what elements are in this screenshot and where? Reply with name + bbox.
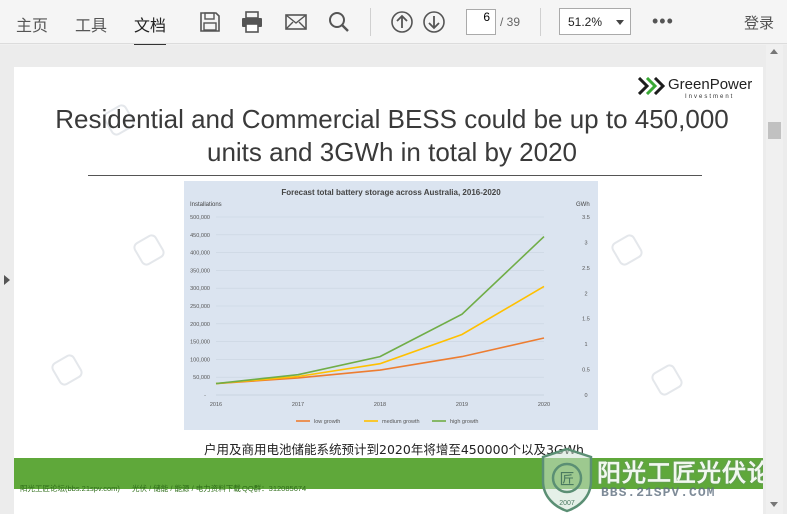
series-line-medium-growth bbox=[215, 285, 545, 385]
x-tick-label: 2020 bbox=[538, 402, 550, 408]
vertical-scrollbar[interactable] bbox=[766, 45, 783, 514]
watermark-forum-name: 阳光工匠光伏论坛 bbox=[597, 459, 763, 487]
y-tick-label: 100,000 bbox=[190, 357, 210, 363]
toolbar: 主页 工具 文档 6 / 39 51.2% ••• 登录 bbox=[0, 0, 787, 46]
side-panel-expand-icon[interactable] bbox=[4, 275, 10, 285]
tab-document[interactable]: 文档 bbox=[134, 12, 167, 46]
logo-subtitle: Investment bbox=[685, 94, 735, 100]
toolbar-divider bbox=[370, 8, 371, 36]
page-up-icon[interactable] bbox=[390, 10, 414, 34]
y-tick-label: 500,000 bbox=[190, 215, 210, 221]
ghost-watermark-icon bbox=[49, 352, 85, 388]
y2-tick-label: 0.5 bbox=[582, 368, 590, 374]
scroll-down-arrow-icon[interactable] bbox=[770, 502, 778, 507]
y-tick-label: 450,000 bbox=[190, 233, 210, 239]
ghost-watermark-icon bbox=[609, 232, 645, 268]
series-line-high-growth bbox=[215, 236, 545, 385]
mail-icon[interactable] bbox=[284, 10, 308, 34]
page-down-icon[interactable] bbox=[422, 10, 446, 34]
logo-name: GreenPower bbox=[668, 76, 753, 93]
svg-text:2007: 2007 bbox=[559, 500, 575, 507]
footer-topics-text: 光伏 / 储能 / 能源 / 电力资料下载 bbox=[132, 484, 241, 493]
y-tick-label: 200,000 bbox=[190, 322, 210, 328]
shield-watermark-icon: 匠 2007 bbox=[541, 447, 593, 513]
document-viewer: GreenPower Investment Residential and Co… bbox=[0, 45, 787, 514]
y-tick-label: 350,000 bbox=[190, 268, 210, 274]
y2-tick-label: 3.5 bbox=[582, 215, 590, 221]
svg-text:匠: 匠 bbox=[559, 470, 574, 488]
chevron-down-icon bbox=[616, 20, 624, 25]
watermark-url: BBS.21SPV.COM bbox=[601, 485, 716, 500]
forum-watermark: 匠 2007 阳光工匠光伏论坛 BBS.21SPV.COM bbox=[539, 447, 763, 514]
login-button[interactable]: 登录 bbox=[744, 12, 774, 33]
print-icon[interactable] bbox=[240, 10, 264, 34]
zoom-value: 51.2% bbox=[568, 15, 603, 29]
y-tick-label: 400,000 bbox=[190, 251, 210, 257]
y-tick-label: - bbox=[204, 393, 206, 399]
save-icon[interactable] bbox=[198, 10, 222, 34]
footer-forum-text: 阳光工匠论坛(bbs.21spv.com) bbox=[20, 484, 120, 493]
y2-tick-label: 3 bbox=[584, 240, 587, 246]
footer-qq-text: QQ群：312085674 bbox=[242, 484, 307, 493]
y-tick-label: 250,000 bbox=[190, 304, 210, 310]
slide-title: Residential and Commercial BESS could be… bbox=[55, 104, 729, 167]
series-line-low-growth bbox=[215, 337, 545, 385]
x-tick-label: 2018 bbox=[374, 402, 386, 408]
y2-tick-label: 1 bbox=[584, 342, 587, 348]
y-tick-label: 150,000 bbox=[190, 340, 210, 346]
tab-home[interactable]: 主页 bbox=[16, 12, 48, 36]
y2-tick-label: 0 bbox=[584, 393, 587, 399]
chevron-logo-icon bbox=[638, 77, 666, 95]
chart-title: Forecast total battery storage across Au… bbox=[281, 188, 501, 197]
chart-svg: Forecast total battery storage across Au… bbox=[190, 188, 590, 425]
slide-page: GreenPower Investment Residential and Co… bbox=[14, 67, 763, 514]
x-tick-label: 2017 bbox=[292, 402, 304, 408]
ghost-watermark-icon bbox=[131, 232, 167, 268]
legend-label: low growth bbox=[314, 419, 340, 425]
y-tick-label: 50,000 bbox=[193, 375, 210, 381]
page-number-input[interactable]: 6 bbox=[466, 9, 496, 35]
x-tick-label: 2016 bbox=[210, 402, 222, 408]
y2-tick-label: 2.5 bbox=[582, 266, 590, 272]
search-icon[interactable] bbox=[327, 10, 351, 34]
legend-label: high growth bbox=[450, 419, 478, 425]
scroll-up-arrow-icon[interactable] bbox=[770, 49, 778, 54]
title-divider bbox=[88, 175, 702, 176]
legend-label: medium growth bbox=[382, 419, 420, 425]
forecast-chart: Forecast total battery storage across Au… bbox=[184, 181, 598, 430]
y-tick-label: 300,000 bbox=[190, 286, 210, 292]
scrollbar-thumb[interactable] bbox=[768, 122, 781, 139]
toolbar-divider bbox=[540, 8, 541, 36]
pdf-reader-window: 主页 工具 文档 6 / 39 51.2% ••• 登录 GreenPower … bbox=[0, 0, 787, 514]
y2-tick-label: 1.5 bbox=[582, 317, 590, 323]
y-axis-label: Installations bbox=[190, 202, 222, 208]
x-tick-label: 2019 bbox=[456, 402, 468, 408]
y2-axis-label: GWh bbox=[576, 202, 590, 208]
more-options-icon[interactable]: ••• bbox=[652, 11, 674, 32]
zoom-select[interactable]: 51.2% bbox=[559, 8, 631, 35]
tab-tools[interactable]: 工具 bbox=[75, 12, 107, 36]
y2-tick-label: 2 bbox=[584, 291, 587, 297]
page-total: / 39 bbox=[500, 15, 521, 29]
ghost-watermark-icon bbox=[649, 362, 685, 398]
